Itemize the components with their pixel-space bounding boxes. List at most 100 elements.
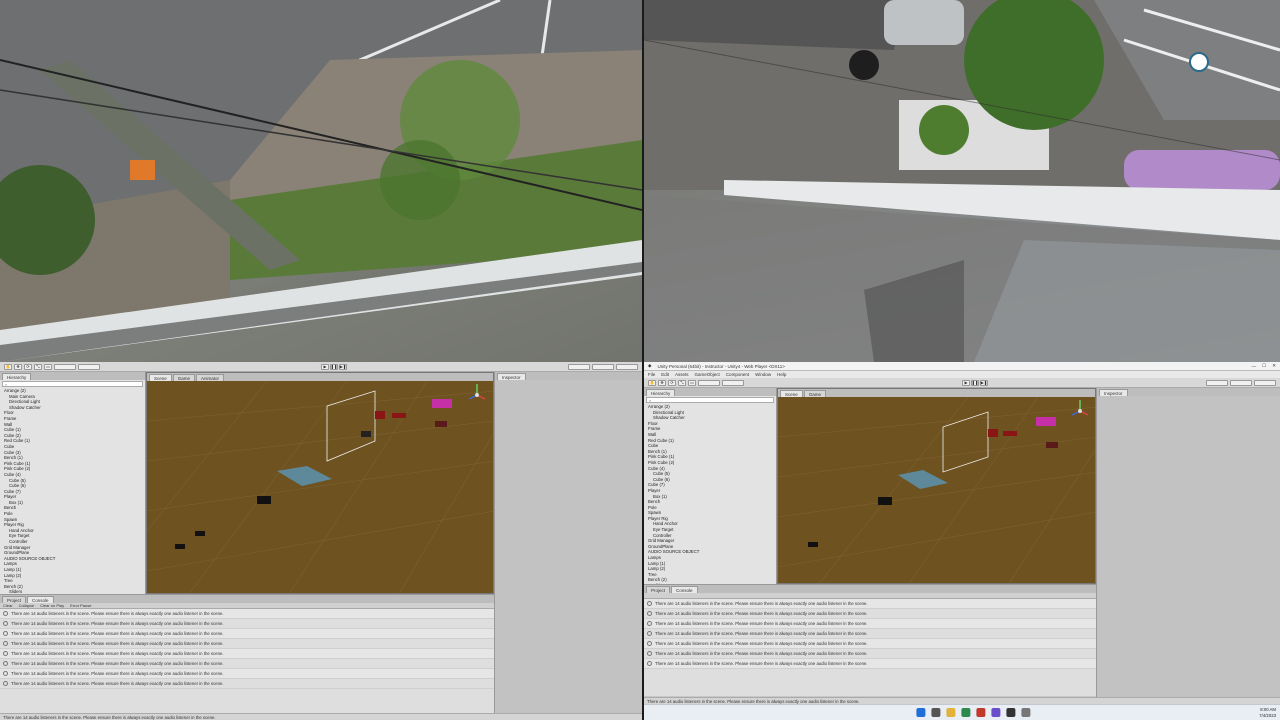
clear-button[interactable]: Clear	[3, 603, 13, 608]
rotate-tool-button[interactable]: ⟳	[24, 363, 32, 370]
rect-tool-button[interactable]: ▭	[688, 379, 696, 386]
layout-dropdown[interactable]	[1254, 379, 1276, 386]
move-tool-button[interactable]: ✥	[14, 363, 22, 370]
console-row[interactable]: There are 14 audio listeners in the scen…	[0, 609, 494, 619]
console-row[interactable]: There are 14 audio listeners in the scen…	[0, 669, 494, 679]
play-button[interactable]: ▶	[962, 379, 970, 386]
menu-item[interactable]: Edit	[661, 372, 669, 377]
tab-scene[interactable]: Scene	[780, 390, 803, 397]
tab-hierarchy[interactable]: Hierarchy	[646, 389, 676, 396]
tab-animator[interactable]: Animator	[196, 374, 225, 381]
layers-dropdown[interactable]	[592, 363, 614, 370]
console-panel: Project Console Clear Collapse Clear on …	[0, 594, 494, 713]
menu-item[interactable]: GameObject	[695, 372, 720, 377]
pivot-toggle[interactable]	[54, 363, 76, 370]
console-row[interactable]: There are 14 audio listeners in the scen…	[0, 659, 494, 669]
layout-dropdown[interactable]	[616, 363, 638, 370]
editor-toolbar: ✋ ✥ ⟳ ⤡ ▭ ▶ ❚❚ ▶❚	[644, 378, 1280, 388]
tab-project[interactable]: Project	[2, 596, 27, 603]
console-row[interactable]: There are 14 audio listeners in the scen…	[644, 649, 1096, 659]
console-row[interactable]: There are 14 audio listeners in the scen…	[644, 639, 1096, 649]
tab-game[interactable]: Game	[172, 374, 196, 381]
tab-hierarchy[interactable]: Hierarchy	[2, 373, 32, 380]
info-icon	[3, 611, 8, 616]
clock-time: 8:00 AM	[1260, 707, 1276, 712]
console-message: There are 14 audio listeners in the scen…	[11, 661, 224, 666]
info-icon	[647, 651, 652, 656]
rect-tool-button[interactable]: ▭	[44, 363, 52, 370]
windows-start-icon[interactable]	[916, 708, 926, 717]
pause-button[interactable]: ❚❚	[971, 379, 979, 386]
console-row[interactable]: There are 14 audio listeners in the scen…	[0, 639, 494, 649]
store-icon[interactable]	[991, 708, 1001, 717]
menu-item[interactable]: Window	[755, 372, 771, 377]
account-dropdown[interactable]	[568, 363, 590, 370]
global-toggle[interactable]	[722, 379, 744, 386]
clear-on-play-toggle[interactable]: Clear on Play	[40, 603, 64, 608]
step-button[interactable]: ▶❚	[980, 379, 988, 386]
tab-inspector[interactable]: Inspector	[1099, 389, 1128, 396]
shield-icon[interactable]	[976, 708, 986, 717]
scene-viewport	[778, 397, 1095, 583]
street-view-right	[644, 0, 1280, 362]
console-row[interactable]: There are 14 audio listeners in the scen…	[644, 609, 1096, 619]
layers-dropdown[interactable]	[1230, 379, 1252, 386]
browser-icon[interactable]	[961, 708, 971, 717]
hand-tool-button[interactable]: ✋	[648, 379, 656, 386]
tab-game[interactable]: Game	[803, 390, 827, 397]
console-row[interactable]: There are 14 audio listeners in the scen…	[644, 619, 1096, 629]
pivot-toggle[interactable]	[698, 379, 720, 386]
hand-tool-button[interactable]: ✋	[4, 363, 12, 370]
minimize-icon[interactable]: —	[1252, 364, 1257, 369]
console-message: There are 14 audio listeners in the scen…	[655, 601, 868, 606]
rotate-tool-button[interactable]: ⟳	[668, 379, 676, 386]
file-explorer-icon[interactable]	[946, 708, 956, 717]
tab-console[interactable]: Console	[671, 586, 698, 593]
console-row[interactable]: There are 14 audio listeners in the scen…	[644, 659, 1096, 669]
account-dropdown[interactable]	[1206, 379, 1228, 386]
system-tray[interactable]: 8:00 AM 7/4/2023	[1259, 707, 1276, 718]
hierarchy-search-input[interactable]: ⌕	[646, 397, 774, 403]
console-row[interactable]: There are 14 audio listeners in the scen…	[0, 649, 494, 659]
move-tool-button[interactable]: ✥	[658, 379, 666, 386]
error-pause-toggle[interactable]: Error Pause	[70, 603, 91, 608]
tab-scene[interactable]: Scene	[149, 374, 172, 381]
console-message: There are 14 audio listeners in the scen…	[11, 611, 224, 616]
menu-item[interactable]: Help	[777, 372, 786, 377]
scene-view[interactable]: Scene Game Animator	[146, 372, 494, 594]
tab-console[interactable]: Console	[27, 596, 54, 603]
console-row[interactable]: There are 14 audio listeners in the scen…	[0, 619, 494, 629]
scene-view[interactable]: Scene Game	[777, 388, 1096, 584]
menu-item[interactable]: File	[648, 372, 655, 377]
console-message: There are 14 audio listeners in the scen…	[655, 651, 868, 656]
collapse-toggle[interactable]: Collapse	[19, 603, 35, 608]
global-toggle[interactable]	[78, 363, 100, 370]
close-icon[interactable]: ✕	[1272, 363, 1276, 369]
console-row[interactable]: There are 14 audio listeners in the scen…	[0, 629, 494, 639]
tab-inspector[interactable]: Inspector	[497, 373, 526, 380]
console-row[interactable]: There are 14 audio listeners in the scen…	[0, 679, 494, 689]
scale-tool-button[interactable]: ⤡	[678, 379, 686, 386]
hierarchy-panel: Hierarchy ⌕ Arrange (2) Main Camera Direct…	[0, 372, 146, 594]
hierarchy-search-input[interactable]: ⌕	[2, 381, 143, 387]
play-button[interactable]: ▶	[321, 363, 329, 370]
menu-item[interactable]: Assets	[675, 372, 689, 377]
window-title: Unity Personal (64bit) - Instructor - Un…	[657, 363, 785, 369]
menu-item[interactable]: Component	[726, 372, 749, 377]
console-row[interactable]: There are 14 audio listeners in the scen…	[644, 629, 1096, 639]
pause-button[interactable]: ❚❚	[330, 363, 338, 370]
step-button[interactable]: ▶❚	[339, 363, 347, 370]
console-panel: Project Console There are 14 audio liste…	[644, 584, 1096, 696]
console-list: There are 14 audio listeners in the scen…	[644, 599, 1096, 669]
taskbar-icons	[916, 708, 1031, 717]
maximize-icon[interactable]: ☐	[1262, 363, 1266, 369]
street-view-left	[0, 0, 642, 362]
search-icon[interactable]	[931, 708, 941, 717]
settings-icon[interactable]	[1021, 708, 1031, 717]
console-row[interactable]: There are 14 audio listeners in the scen…	[644, 599, 1096, 609]
unity-icon[interactable]	[1006, 708, 1016, 717]
info-icon	[3, 621, 8, 626]
scale-tool-button[interactable]: ⤡	[34, 363, 42, 370]
tab-project[interactable]: Project	[646, 586, 671, 593]
info-icon	[647, 601, 652, 606]
